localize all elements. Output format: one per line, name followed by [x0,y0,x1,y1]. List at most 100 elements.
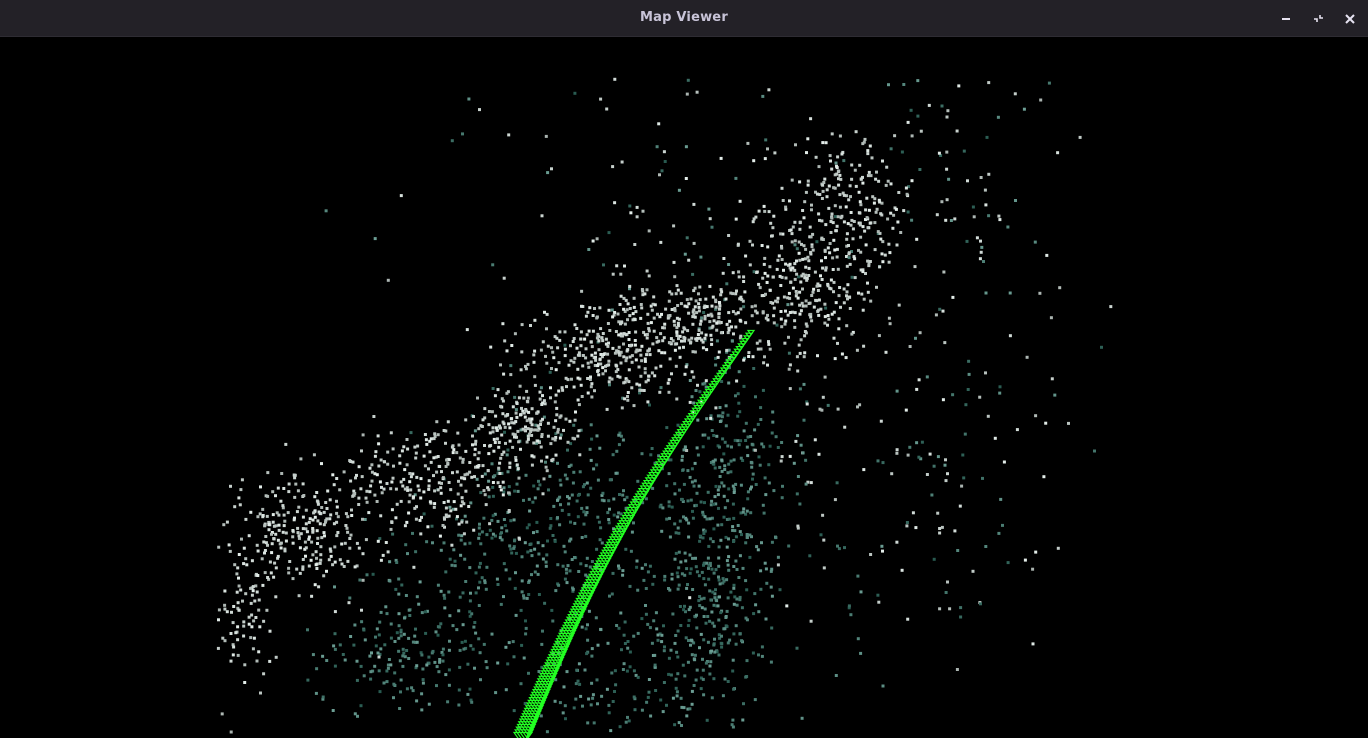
map-point [257,608,261,612]
map-point [984,203,988,207]
map-point [671,612,675,616]
map-point [613,311,617,314]
map-point [535,564,539,568]
map-point [659,332,663,336]
map-point [450,563,454,567]
map-point [611,272,615,276]
map-point [601,366,605,370]
map-point [782,295,786,299]
map-point [850,163,854,167]
map-point [710,342,714,346]
map-point [807,302,811,305]
map-point [508,461,512,465]
map-point [307,535,311,539]
map-point [525,399,529,403]
map-point [767,463,771,467]
map-point [719,611,723,615]
title-bar[interactable]: Map Viewer [0,0,1368,37]
map-point [256,549,260,553]
map-point [577,429,581,433]
map-point [645,288,649,292]
map-point [498,485,502,488]
map-point [684,145,688,149]
map-point [242,546,246,550]
map-point [447,683,451,687]
map-point [697,305,701,309]
map-point [661,339,665,343]
map-point [565,477,569,481]
map-point [842,287,846,291]
map-point [429,460,433,464]
map-point [454,507,458,511]
map-point [626,395,629,398]
map-point [439,622,443,626]
map-point [721,581,725,585]
map-point [617,333,621,337]
map-point [1022,107,1026,111]
map-point [771,420,775,424]
map-point [810,208,813,212]
map-point [478,108,481,112]
map-point [660,640,664,644]
map-point [460,496,464,500]
map-point [509,373,513,377]
map-point [328,498,332,502]
map-point [530,554,534,558]
map-point [684,636,688,640]
map-point [849,195,852,199]
map-point [917,455,921,459]
map-point [745,509,749,513]
map-point [539,386,543,390]
map-point [269,571,273,575]
map-point [491,514,495,518]
map-point [510,551,514,555]
map-point [585,333,589,337]
map-point [569,520,572,524]
map-point [413,506,417,510]
map-point [420,692,424,696]
map-point [468,610,472,614]
map-point [660,529,664,533]
map-point [593,351,597,355]
map-point [682,345,685,349]
map-point [258,625,262,629]
map-point [556,461,559,465]
map-point [694,337,698,341]
map-point [411,689,415,693]
map-point [692,375,696,379]
map-point [608,507,611,511]
map-point [558,495,562,499]
map-point [685,92,689,96]
map-point [608,594,611,598]
map-point [887,83,890,87]
map-point [695,626,699,630]
map-point [362,674,366,678]
map-point [925,473,929,476]
map-point [639,353,643,357]
map-point [650,308,654,312]
map-point [377,464,381,468]
map-point [707,566,710,570]
map-point [407,636,411,640]
map-point [867,208,871,212]
map-viewport[interactable] [1,37,1367,738]
map-point [469,591,472,595]
minimize-button[interactable] [1275,8,1297,30]
map-point [554,419,558,423]
map-point [732,602,736,606]
map-point [740,639,744,643]
map-point [243,663,247,667]
map-point [443,596,447,600]
map-point [783,341,787,345]
map-point [967,372,971,376]
map-point [696,333,700,336]
restore-button[interactable] [1308,8,1330,30]
map-point [630,360,634,364]
map-point [760,294,764,298]
map-point [861,308,865,312]
map-point [599,627,603,631]
map-point [805,151,808,155]
map-point [905,192,909,196]
close-button[interactable] [1339,8,1361,30]
map-point [816,192,819,196]
